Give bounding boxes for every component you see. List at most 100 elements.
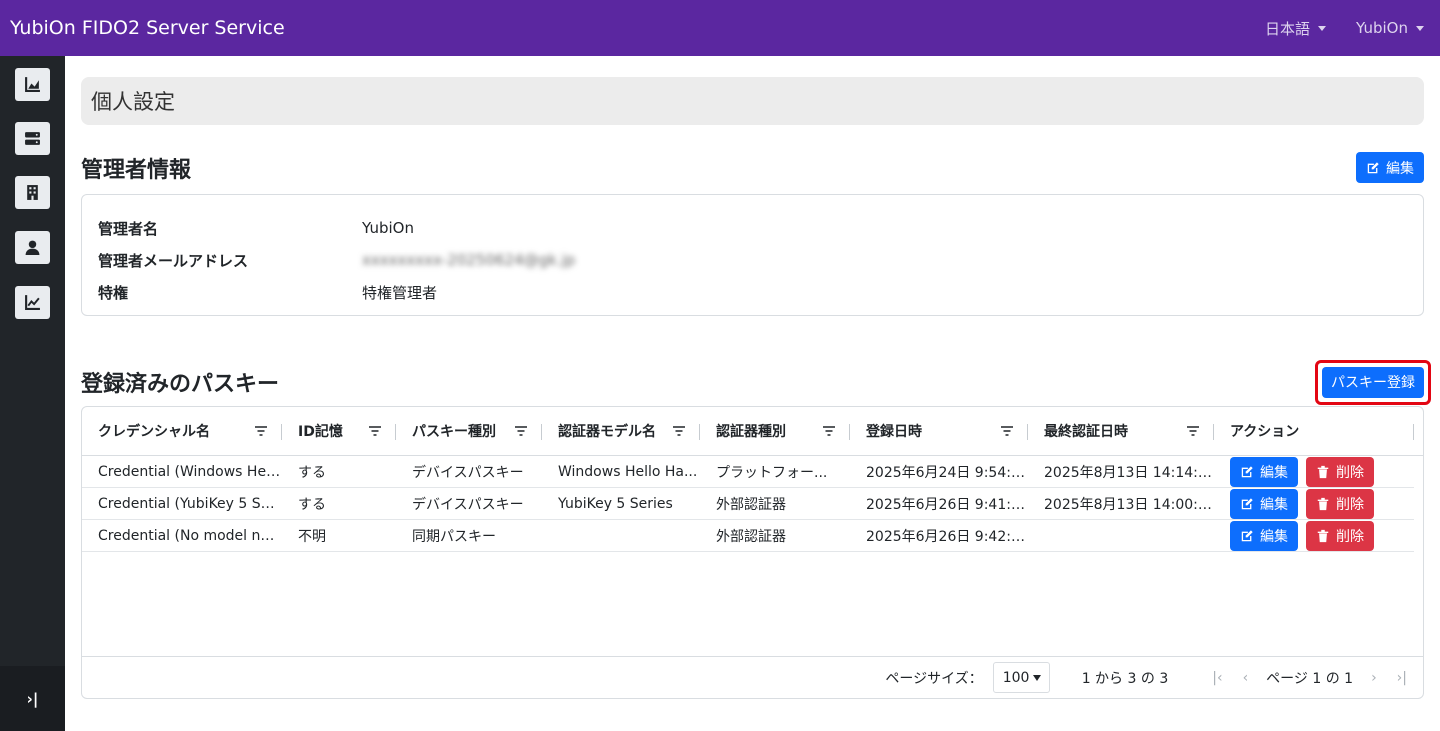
previous-page-icon[interactable]: ‹ xyxy=(1243,670,1249,686)
page-header: 個人設定 xyxy=(81,77,1424,125)
chevron-down-icon xyxy=(1318,25,1327,31)
sidebar-collapse-button[interactable]: ›| xyxy=(0,666,65,731)
actions-cell: 編集 削除 xyxy=(1214,520,1374,551)
row-delete-label: 削除 xyxy=(1336,464,1364,481)
filter-icon[interactable] xyxy=(1186,424,1200,438)
admin-name-label: 管理者名 xyxy=(98,219,159,238)
column-header[interactable]: パスキー種別 xyxy=(396,407,542,456)
chevron-down-icon xyxy=(1416,25,1424,31)
app-title[interactable]: YubiOn FIDO2 Server Service xyxy=(0,17,1265,39)
register-passkey-label: パスキー登録 xyxy=(1331,375,1415,391)
page-size-value: 100 xyxy=(1002,669,1030,686)
row-delete-button[interactable]: 削除 xyxy=(1306,488,1374,519)
filter-icon[interactable] xyxy=(514,424,528,438)
row-edit-button[interactable]: 編集 xyxy=(1230,520,1298,551)
id-memory-cell: する xyxy=(298,464,326,481)
language-dropdown-label: 日本語 xyxy=(1265,19,1311,38)
column-header[interactable]: 認証器モデル名 xyxy=(542,407,700,456)
column-label: 認証器モデル名 xyxy=(558,424,656,440)
passkeys-header: 登録済みのパスキー パスキー登録 xyxy=(81,357,1431,407)
grid-header: クレデンシャル名 ID記憶 パスキー種別 認証器モデル名 認証器種別 登録日時 xyxy=(82,407,1423,456)
admin-email-label: 管理者メールアドレス xyxy=(98,251,249,270)
admin-info-header: 管理者情報 編集 xyxy=(81,152,1424,183)
column-label: パスキー種別 xyxy=(412,424,496,440)
column-label: 最終認証日時 xyxy=(1044,424,1128,440)
page-size-select[interactable]: 100 xyxy=(992,662,1050,693)
admin-name-value: YubiOn xyxy=(362,219,414,237)
last-auth-cell: 2025年8月13日 14:00:56 xyxy=(1044,496,1214,513)
admin-info-title: 管理者情報 xyxy=(81,157,192,183)
row-delete-button[interactable]: 削除 xyxy=(1306,520,1374,551)
row-delete-label: 削除 xyxy=(1336,528,1364,545)
edit-icon xyxy=(1367,161,1379,173)
filter-icon[interactable] xyxy=(368,424,382,438)
sidebar-item-dashboard[interactable] xyxy=(15,68,50,101)
trash-icon xyxy=(1317,497,1329,510)
admin-edit-label: 編集 xyxy=(1386,160,1414,177)
column-header[interactable]: 認証器種別 xyxy=(700,407,850,456)
sidebar-item-users[interactable] xyxy=(15,231,50,264)
admin-privilege-value: 特権管理者 xyxy=(362,283,438,302)
credential-name-cell: Credential (No model na... xyxy=(98,527,282,544)
row-delete-label: 削除 xyxy=(1336,496,1364,513)
admin-email-value: xxxxxxxxx-20250624@gk.jp xyxy=(362,251,576,269)
column-header[interactable]: 最終認証日時 xyxy=(1028,407,1214,456)
column-label: 登録日時 xyxy=(866,424,922,440)
row-edit-label: 編集 xyxy=(1260,528,1288,545)
column-header[interactable]: クレデンシャル名 xyxy=(82,407,282,456)
filter-icon[interactable] xyxy=(672,424,686,438)
row-range-summary: 1 から 3 の 3 xyxy=(1081,670,1169,687)
last-page-icon[interactable]: ›| xyxy=(1397,670,1407,686)
page-title: 個人設定 xyxy=(91,90,175,114)
first-page-icon[interactable]: |‹ xyxy=(1212,670,1222,686)
area-chart-icon xyxy=(25,77,40,92)
actions-cell: 編集 削除 xyxy=(1214,456,1374,487)
filter-icon[interactable] xyxy=(822,424,836,438)
row-delete-button[interactable]: 削除 xyxy=(1306,456,1374,487)
passkey-grid: クレデンシャル名 ID記憶 パスキー種別 認証器モデル名 認証器種別 登録日時 xyxy=(81,406,1424,699)
page-indicator: ページ 1 の 1 xyxy=(1266,670,1354,687)
edit-icon xyxy=(1241,497,1253,509)
admin-info-row: 特権 特権管理者 xyxy=(98,276,1407,308)
admin-info-row: 管理者名 YubiOn xyxy=(98,212,1407,244)
register-highlight: パスキー登録 xyxy=(1315,359,1431,405)
authenticator-kind-cell: プラットフォー... xyxy=(716,464,828,481)
admin-info-card: 管理者名 YubiOn 管理者メールアドレス xxxxxxxxx-2025062… xyxy=(81,194,1424,316)
register-passkey-button[interactable]: パスキー登録 xyxy=(1322,366,1424,398)
user-icon xyxy=(25,240,40,255)
column-label: アクション xyxy=(1230,424,1300,440)
credential-name-cell: Credential (YubiKey 5 Ser... xyxy=(98,495,282,512)
row-edit-label: 編集 xyxy=(1260,464,1288,481)
server-icon xyxy=(25,132,40,145)
sidebar-item-servers[interactable] xyxy=(15,122,50,155)
trash-icon xyxy=(1317,529,1329,542)
column-header[interactable]: ID記憶 xyxy=(282,407,396,456)
sidebar-item-statistics[interactable] xyxy=(15,286,50,319)
last-auth-cell: 2025年8月13日 14:14:23 xyxy=(1044,464,1214,481)
column-header[interactable]: 登録日時 xyxy=(850,407,1028,456)
passkeys-title: 登録済みのパスキー xyxy=(81,372,280,397)
admin-edit-button[interactable]: 編集 xyxy=(1356,152,1424,183)
filter-icon[interactable] xyxy=(1000,424,1014,438)
top-navbar: YubiOn FIDO2 Server Service 日本語 YubiOn xyxy=(0,0,1440,56)
caret-down-icon xyxy=(1033,674,1042,681)
next-page-icon[interactable]: › xyxy=(1371,670,1377,686)
main-content: 個人設定 管理者情報 編集 管理者名 YubiOn 管理者メールアドレス xxx… xyxy=(81,77,1431,699)
filter-icon[interactable] xyxy=(254,424,268,438)
page-size-label: ページサイズ： xyxy=(885,670,983,687)
edit-icon xyxy=(1241,465,1253,477)
authenticator-model-cell: Windows Hello Ha... xyxy=(558,463,698,480)
user-dropdown[interactable]: YubiOn xyxy=(1356,19,1424,37)
table-row: Credential (Windows Hell... する デバイスパスキー … xyxy=(82,456,1414,488)
actions-cell: 編集 削除 xyxy=(1214,488,1374,519)
user-dropdown-label: YubiOn xyxy=(1356,19,1408,37)
collapse-icon: ›| xyxy=(26,689,39,708)
sidebar: ›| xyxy=(0,56,65,731)
language-dropdown[interactable]: 日本語 xyxy=(1265,18,1327,39)
row-edit-button[interactable]: 編集 xyxy=(1230,456,1298,487)
grid-pagination: ページサイズ： 100 1 から 3 の 3 |‹ ‹ ページ 1 の 1 › … xyxy=(82,656,1423,698)
authenticator-model-cell: YubiKey 5 Series xyxy=(558,495,673,512)
row-edit-button[interactable]: 編集 xyxy=(1230,488,1298,519)
sidebar-item-organizations[interactable] xyxy=(15,176,50,209)
id-memory-cell: する xyxy=(298,496,326,513)
